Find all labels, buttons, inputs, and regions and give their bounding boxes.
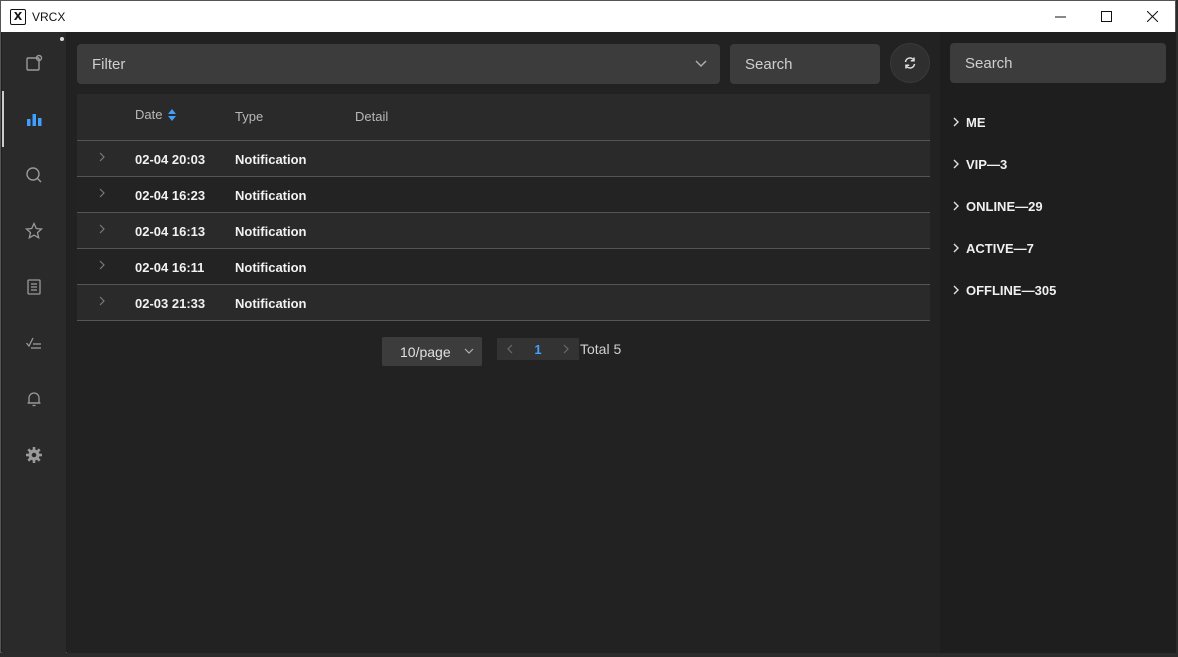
group-label: ME <box>966 114 986 130</box>
expand-icon[interactable] <box>97 224 107 234</box>
group-me[interactable]: ME <box>952 112 986 132</box>
table-row[interactable]: 02-04 20:03 Notification <box>77 141 930 177</box>
cell-type: Notification <box>235 260 307 275</box>
gear-icon <box>26 447 42 463</box>
nav-feed[interactable] <box>2 91 66 147</box>
friends-search-input[interactable]: Search <box>950 43 1166 83</box>
cell-type: Notification <box>235 188 307 203</box>
search-icon <box>26 167 42 183</box>
nav-search[interactable] <box>2 147 66 203</box>
friends-panel: Search ME VIP—3 ONLINE—29 ACTIVE—7 OFFLI… <box>940 32 1176 653</box>
nav-notes[interactable] <box>2 259 66 315</box>
chevron-left-icon <box>507 344 513 354</box>
filter-select[interactable]: Filter <box>77 44 720 84</box>
star-icon <box>25 222 43 240</box>
window-title: VRCX <box>32 9 66 24</box>
chevron-down-icon <box>695 60 707 67</box>
page-size-select[interactable]: 10/page <box>382 337 482 366</box>
cell-date: 02-04 16:13 <box>135 224 206 239</box>
group-offline[interactable]: OFFLINE—305 <box>952 280 1056 300</box>
pagination: 10/page 1 Total 5 <box>67 337 940 367</box>
title-bar: X VRCX <box>1 1 1175 32</box>
sort-icon[interactable] <box>167 108 177 122</box>
cell-type: Notification <box>235 296 307 311</box>
table-row[interactable]: 02-03 21:33 Notification <box>77 285 930 321</box>
chevron-right-icon <box>952 201 960 211</box>
chevron-right-icon <box>563 344 569 354</box>
friends-icon <box>26 54 43 71</box>
group-label: VIP—3 <box>966 156 1008 172</box>
cell-type: Notification <box>235 152 307 167</box>
close-button[interactable] <box>1129 1 1175 32</box>
maximize-button[interactable] <box>1083 1 1129 32</box>
cell-date: 02-04 20:03 <box>135 152 206 167</box>
table-header: Date Type Detail <box>77 94 930 141</box>
bell-icon <box>27 392 41 407</box>
app-window: X VRCX Filter Search Date Type Detail 02… <box>0 0 1176 653</box>
expand-icon[interactable] <box>97 152 107 162</box>
nav-favorites[interactable] <box>2 203 66 259</box>
notes-icon <box>27 279 41 295</box>
window-controls <box>1037 1 1175 32</box>
nav-moderation[interactable] <box>2 315 66 371</box>
prev-page-button[interactable] <box>497 338 523 360</box>
refresh-button[interactable] <box>890 43 930 83</box>
friends-search-placeholder: Search <box>965 54 1013 72</box>
expand-icon[interactable] <box>97 188 107 198</box>
chevron-right-icon <box>952 117 960 127</box>
feed-table: Date Type Detail 02-04 20:03 Notificatio… <box>77 94 930 321</box>
app-logo-icon: X <box>10 8 26 25</box>
next-page-button[interactable] <box>553 338 579 360</box>
column-header-date[interactable]: Date <box>135 107 162 122</box>
search-input[interactable]: Search <box>730 44 880 84</box>
nav-settings[interactable] <box>2 427 66 483</box>
pagination-total: Total 5 <box>580 341 622 357</box>
column-header-detail: Detail <box>355 109 389 124</box>
group-vip[interactable]: VIP—3 <box>952 154 1007 174</box>
group-label: ONLINE—29 <box>966 198 1043 214</box>
page-size-value: 10/page <box>400 343 451 360</box>
group-active[interactable]: ACTIVE—7 <box>952 238 1034 258</box>
nav-friends[interactable] <box>2 35 66 91</box>
group-label: OFFLINE—305 <box>966 282 1057 298</box>
table-row[interactable]: 02-04 16:11 Notification <box>77 249 930 285</box>
filter-placeholder: Filter <box>92 55 126 73</box>
group-online[interactable]: ONLINE—29 <box>952 196 1043 216</box>
column-header-type: Type <box>235 109 264 124</box>
expand-icon[interactable] <box>97 260 107 270</box>
search-placeholder: Search <box>745 55 793 73</box>
chart-icon <box>27 114 42 126</box>
chevron-down-icon <box>464 348 474 354</box>
minimize-button[interactable] <box>1037 1 1083 32</box>
cell-date: 02-04 16:23 <box>135 188 206 203</box>
table-row[interactable]: 02-04 16:23 Notification <box>77 177 930 213</box>
main-panel: Filter Search Date Type Detail 02-04 20:… <box>67 32 940 653</box>
cell-date: 02-04 16:11 <box>135 260 205 275</box>
chevron-right-icon <box>952 159 960 169</box>
chevron-right-icon <box>952 243 960 253</box>
checklist-icon <box>26 337 41 349</box>
group-label: ACTIVE—7 <box>966 240 1034 256</box>
expand-icon[interactable] <box>97 296 107 306</box>
cell-date: 02-03 21:33 <box>135 296 206 311</box>
page-number-current[interactable]: 1 <box>523 338 553 360</box>
chevron-right-icon <box>952 285 960 295</box>
cell-type: Notification <box>235 224 307 239</box>
nav-notifications[interactable] <box>2 371 66 427</box>
table-row[interactable]: 02-04 16:13 Notification <box>77 213 930 249</box>
refresh-icon <box>904 57 916 69</box>
side-nav <box>2 32 66 653</box>
